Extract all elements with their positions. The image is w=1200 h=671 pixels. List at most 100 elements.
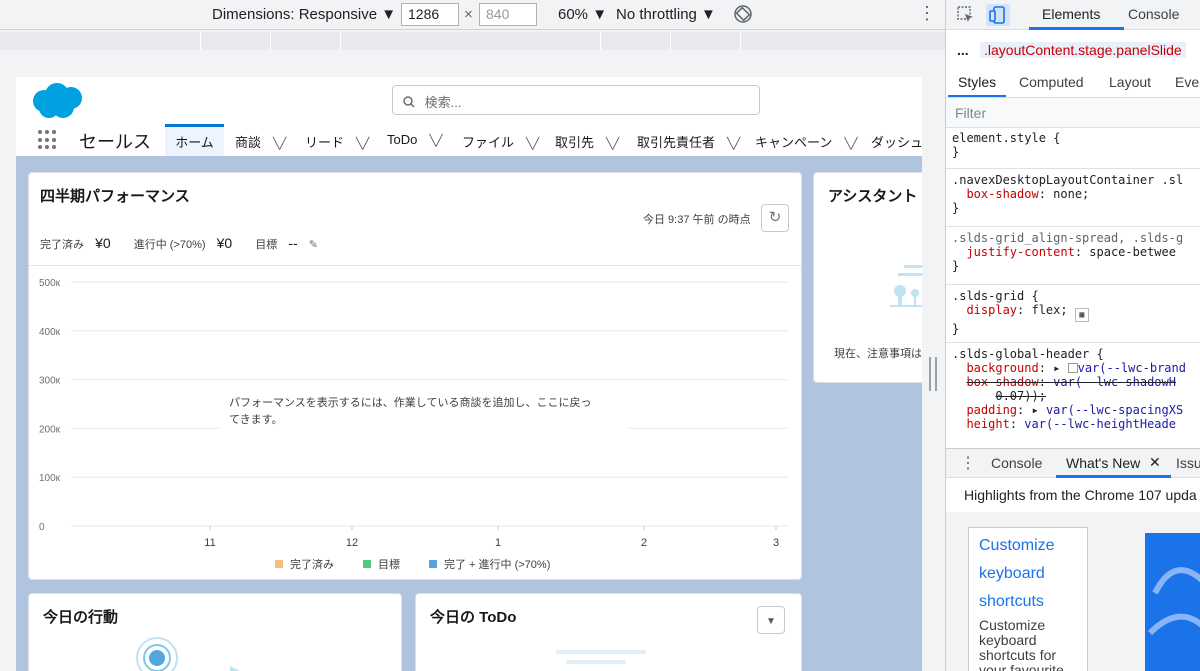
- css-property[interactable]: box-shadow: [966, 187, 1038, 201]
- css-value[interactable]: var(--lwc-spacingXS: [1046, 403, 1183, 417]
- feature-link-line[interactable]: shortcuts: [979, 588, 1077, 616]
- tab-opportunities[interactable]: 商談 ╲╱: [235, 124, 286, 156]
- dimensions-label: Dimensions: Responsive: [212, 6, 378, 23]
- tab-leads[interactable]: リード ╲╱: [305, 124, 369, 156]
- y-tick-label: 400к: [39, 327, 61, 338]
- tab-files[interactable]: ファイル ╲╱: [462, 124, 539, 156]
- tab-accounts[interactable]: 取引先 ╲╱: [555, 124, 619, 156]
- feature-link[interactable]: Customize keyboard shortcuts: [979, 532, 1077, 616]
- breadcrumb-more[interactable]: ...: [957, 42, 969, 58]
- width-input[interactable]: 1286: [401, 3, 459, 26]
- chevron-down-icon[interactable]: ╲╱: [429, 134, 442, 147]
- legend-label: 目標: [378, 557, 400, 571]
- search-input[interactable]: 検索...: [392, 85, 760, 115]
- tab-todo[interactable]: ToDo ╲╱: [387, 124, 443, 156]
- chevron-down-icon[interactable]: ╲╱: [606, 137, 619, 150]
- css-value[interactable]: var(--lwc-brand: [1078, 361, 1186, 375]
- inspect-element-icon[interactable]: [957, 6, 975, 27]
- more-options-icon[interactable]: ⋮: [918, 3, 936, 24]
- tab-styles[interactable]: Styles: [958, 74, 996, 90]
- throttling-dropdown[interactable]: No throttling ▼: [616, 6, 716, 23]
- viewport-resize-handle[interactable]: [929, 357, 937, 391]
- tab-console[interactable]: Console: [1128, 6, 1179, 22]
- app-name: セールス: [79, 132, 151, 152]
- flexbox-editor-icon[interactable]: ▦: [1074, 308, 1089, 322]
- tab-elements[interactable]: Elements: [1042, 6, 1100, 22]
- css-property[interactable]: box-shadow: [966, 375, 1038, 389]
- refresh-button[interactable]: ↻: [761, 204, 789, 232]
- chevron-down-icon[interactable]: ╲╱: [844, 137, 857, 150]
- salesforce-logo[interactable]: [30, 81, 86, 126]
- css-value[interactable]: var(--lwc-shadowH: [1053, 375, 1176, 389]
- card-title: 今日の行動: [43, 609, 119, 626]
- as-of-time: 今日 9:37 午前 の時点: [643, 214, 751, 226]
- css-brace: }: [952, 259, 960, 273]
- whats-new-body: Customize keyboard shortcuts Customize k…: [946, 512, 1200, 671]
- device-toggle-icon[interactable]: [986, 4, 1010, 26]
- legend-swatch: [429, 560, 437, 568]
- css-selector[interactable]: .slds-grid {: [952, 289, 1039, 303]
- css-selector[interactable]: .slds-grid_align-spread, .slds-g: [952, 231, 1183, 245]
- x-tick-label: 1: [495, 537, 501, 549]
- today-todo-card: 今日の ToDo ▼: [415, 593, 802, 671]
- css-property[interactable]: display: [966, 303, 1017, 317]
- salesforce-page: 検索... セールス ホーム 商談 ╲╱ リード ╲╱ ToDo ╲╱ ファイル ╲╱ …: [16, 77, 922, 671]
- filter-input[interactable]: Filter: [946, 98, 1200, 128]
- tab-layout[interactable]: Layout: [1109, 74, 1151, 90]
- global-header: 検索... セールス ホーム 商談 ╲╱ リード ╲╱ ToDo ╲╱ ファイル ╲╱ …: [16, 77, 922, 156]
- todo-menu-button[interactable]: ▼: [757, 606, 785, 634]
- drawer-tab-console[interactable]: Console: [991, 455, 1042, 471]
- css-value[interactable]: var(--lwc-heightHeade: [1024, 417, 1176, 431]
- events-illustration: [135, 636, 255, 671]
- chevron-down-icon[interactable]: ╲╱: [727, 137, 740, 150]
- color-swatch[interactable]: [1067, 363, 1078, 373]
- css-property[interactable]: background: [966, 361, 1038, 375]
- devtools-tabbar: Elements Console: [946, 0, 1200, 30]
- drawer-tab-whats-new[interactable]: What's New: [1066, 455, 1140, 471]
- css-selector[interactable]: .navexDesktopLayoutContainer .sl: [952, 173, 1183, 187]
- tab-computed[interactable]: Computed: [1019, 74, 1084, 90]
- summary-row: 完了済み ¥0 進行中 (>70%) ¥0 目標 -- ✎: [40, 235, 318, 252]
- feature-desc-line: your favourite: [979, 662, 1064, 671]
- zoom-label: 60%: [558, 6, 589, 23]
- css-selector[interactable]: .slds-global-header {: [952, 347, 1104, 361]
- assistant-card: アシスタント 現在、注意事項はありません: [813, 172, 922, 383]
- chevron-down-icon: ▼: [766, 616, 776, 627]
- drawer-tab-issues[interactable]: Issu: [1176, 455, 1200, 471]
- tab-campaigns[interactable]: キャンペーン ╲╱: [755, 124, 858, 156]
- rotate-icon[interactable]: [733, 4, 753, 28]
- dom-breadcrumb[interactable]: ... .layoutContent.stage.panelSlide: [946, 36, 1200, 66]
- css-value[interactable]: space-betwee: [1089, 245, 1176, 259]
- dimensions-dropdown[interactable]: Dimensions: Responsive ▼: [212, 6, 396, 23]
- drawer-menu-icon[interactable]: ⋮: [960, 453, 976, 473]
- zoom-dropdown[interactable]: 60% ▼: [558, 6, 607, 23]
- css-property[interactable]: justify-content: [966, 245, 1074, 259]
- tab-dashboards[interactable]: ダッシュボ: [871, 124, 922, 156]
- css-value[interactable]: 0.07));: [995, 389, 1046, 403]
- tab-label: 取引先責任者: [637, 135, 716, 150]
- css-value[interactable]: flex;: [1031, 303, 1067, 317]
- screen: Dimensions: Responsive ▼ 1286 × 840 60% …: [0, 0, 1200, 671]
- css-selector[interactable]: element.style {: [952, 131, 1060, 145]
- height-input[interactable]: 840: [479, 3, 537, 26]
- css-value[interactable]: none;: [1053, 187, 1089, 201]
- css-property[interactable]: height: [966, 417, 1009, 431]
- feature-link-line[interactable]: Customize: [979, 532, 1077, 560]
- refresh-icon: ↻: [768, 209, 782, 226]
- tab-event-listeners[interactable]: Event: [1175, 74, 1200, 90]
- breadcrumb-node[interactable]: .layoutContent.stage.panelSlide: [980, 42, 1186, 58]
- feature-link-line[interactable]: keyboard: [979, 560, 1077, 588]
- open-value: ¥0: [216, 235, 233, 251]
- css-property[interactable]: padding: [966, 403, 1017, 417]
- tab-home[interactable]: ホーム: [165, 124, 224, 156]
- chevron-down-icon[interactable]: ╲╱: [273, 137, 286, 150]
- chevron-down-icon[interactable]: ╲╱: [526, 137, 539, 150]
- edit-goal-icon[interactable]: ✎: [309, 239, 318, 251]
- active-subtab-indicator: [948, 95, 1006, 97]
- tab-contacts[interactable]: 取引先責任者 ╲╱: [637, 124, 740, 156]
- assistant-illustration: [890, 265, 922, 314]
- close-icon[interactable]: ✕: [1149, 454, 1161, 471]
- app-launcher-icon[interactable]: [38, 130, 58, 150]
- chevron-down-icon[interactable]: ╲╱: [356, 137, 369, 150]
- legend-swatch: [275, 560, 283, 568]
